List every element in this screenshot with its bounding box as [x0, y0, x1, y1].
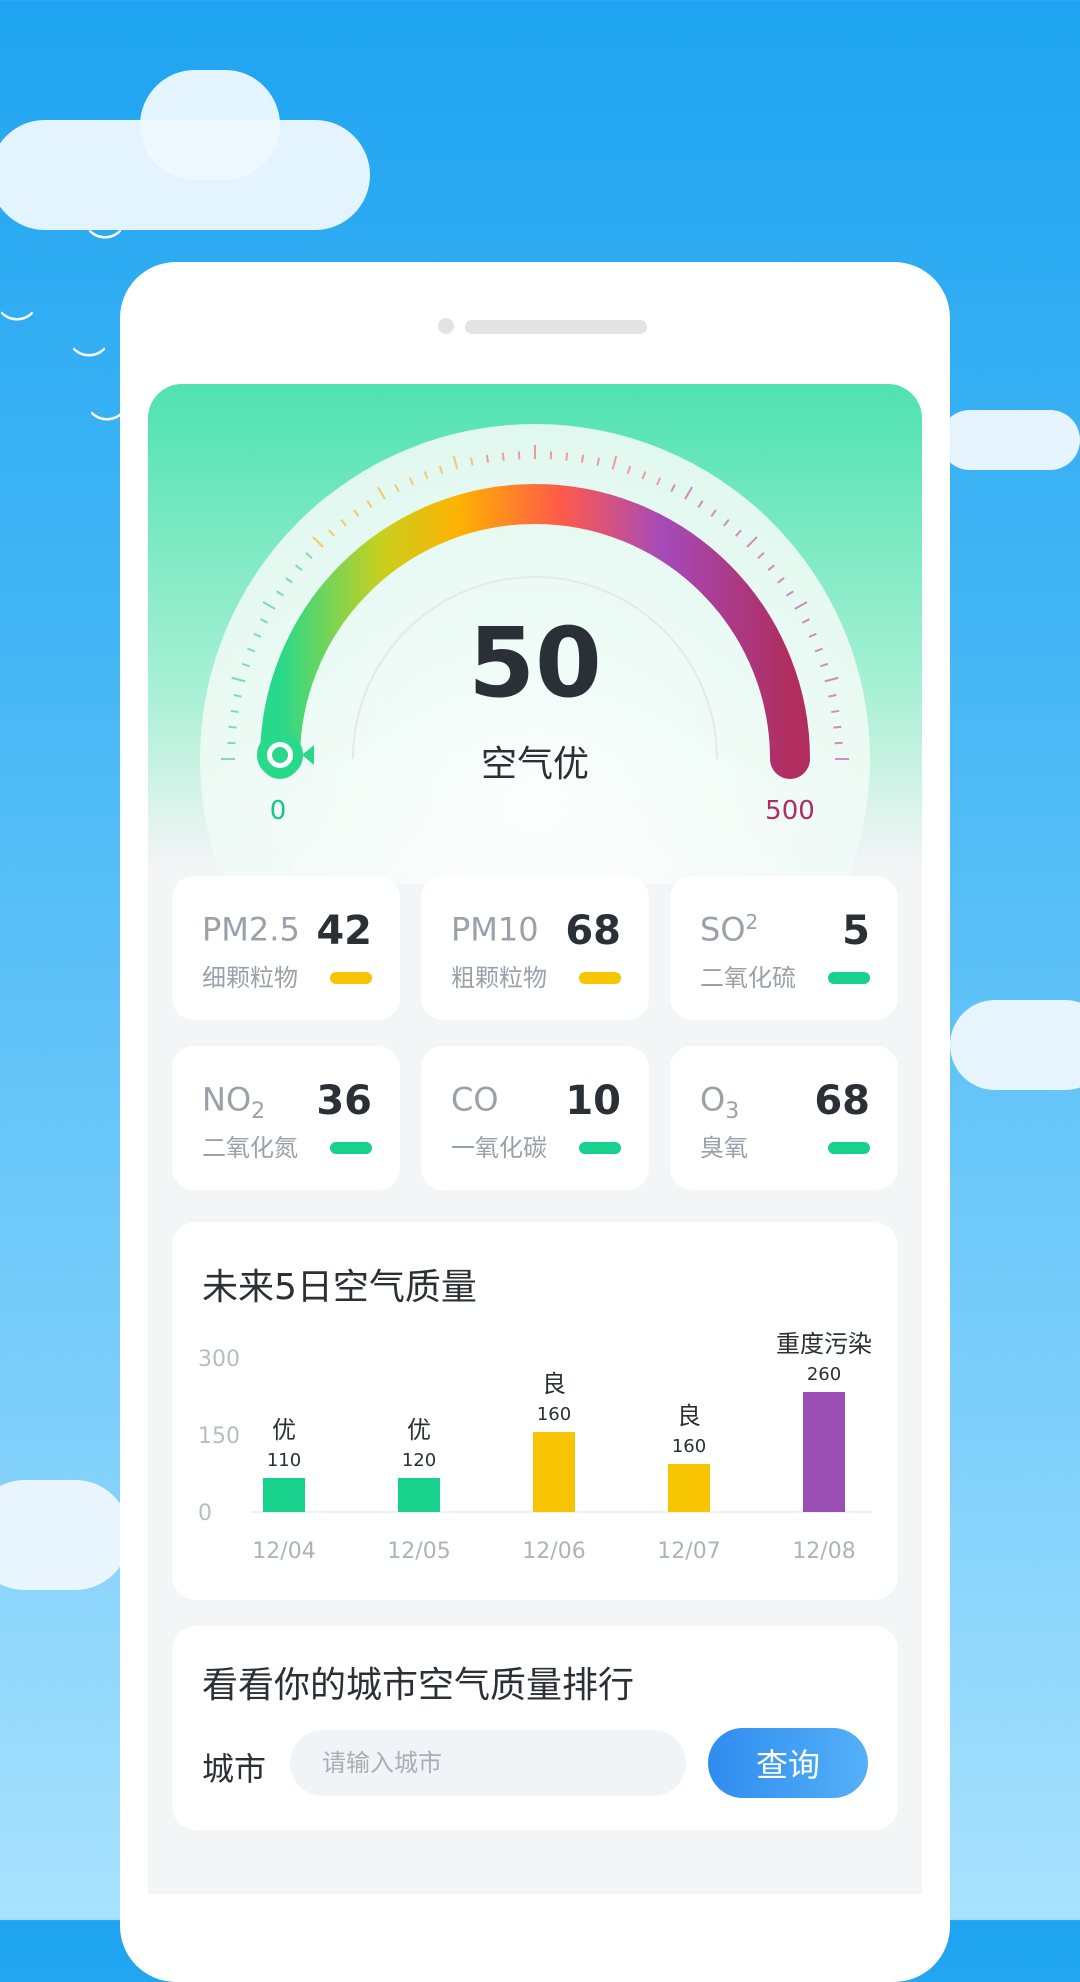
camera-dot	[438, 318, 454, 334]
bird-icon: ︶	[72, 348, 106, 382]
pollutant-cn-name: 细颗粒物	[202, 958, 298, 993]
level-indicator	[828, 972, 870, 984]
gauge-tick	[833, 727, 841, 728]
aqi-gauge: 50 空气优 0 500	[148, 384, 922, 884]
pollutant-cn-name: 臭氧	[700, 1128, 748, 1163]
pollutant-value: 5	[842, 908, 870, 954]
pollutant-name: SO2	[700, 910, 758, 954]
pollutant-value: 36	[316, 1078, 372, 1124]
bar-value-label: 120	[402, 1450, 436, 1471]
aqi-status: 空气优	[481, 744, 589, 785]
pollutant-value: 42	[316, 908, 372, 954]
pollutant-tile-pm25[interactable]: PM2.5 细颗粒物 42	[172, 876, 400, 1020]
pollutant-name: PM10	[451, 910, 539, 954]
bird-icon: ︶	[0, 312, 34, 346]
gauge-tick	[231, 711, 239, 712]
level-indicator	[579, 1142, 621, 1154]
pollutant-tile-pm10[interactable]: PM10 粗颗粒物 68	[421, 876, 649, 1020]
y-tick-label: 300	[198, 1347, 240, 1372]
x-tick-label: 12/08	[792, 1539, 855, 1564]
bar-quality-label: 重度污染	[776, 1330, 872, 1358]
pollutant-cn-name: 一氧化碳	[451, 1128, 547, 1163]
bar-quality-label: 优	[272, 1416, 296, 1444]
ranking-card: 看看你的城市空气质量排行 城市 查询	[172, 1626, 898, 1830]
level-indicator	[330, 1142, 372, 1154]
bird-icon: ︶	[90, 412, 124, 446]
bar-quality-label: 良	[542, 1370, 566, 1398]
speaker-bar	[465, 320, 647, 334]
forecast-bar	[803, 1392, 845, 1512]
ranking-title: 看看你的城市空气质量排行	[202, 1656, 634, 1708]
pollutant-name: O3	[700, 1080, 739, 1124]
city-search-input[interactable]	[290, 1730, 686, 1796]
app-screen: 50 空气优 0 500 PM2.5 细颗粒物 42 PM10 粗颗粒物 68 …	[148, 384, 922, 1894]
forecast-bar	[533, 1432, 575, 1512]
phone-frame: 50 空气优 0 500 PM2.5 细颗粒物 42 PM10 粗颗粒物 68 …	[120, 262, 950, 1982]
gauge-tick	[831, 711, 839, 712]
bar-value-label: 260	[807, 1364, 841, 1385]
gauge-min-label: 0	[270, 796, 287, 826]
x-tick-label: 12/06	[522, 1539, 585, 1564]
y-tick-label: 0	[198, 1501, 212, 1526]
pollutant-name: PM2.5	[202, 910, 300, 954]
cloud-decoration	[950, 1000, 1080, 1090]
gauge-tick	[503, 453, 504, 461]
bar-quality-label: 优	[407, 1416, 431, 1444]
query-button[interactable]: 查询	[708, 1728, 868, 1798]
x-tick-label: 12/05	[387, 1539, 450, 1564]
cloud-decoration	[140, 70, 280, 180]
gauge-tick	[566, 453, 567, 461]
bar-quality-label: 良	[677, 1402, 701, 1430]
forecast-bar-chart: 300 150 0 110 优 12/04 120 优 12/05 160 良 12/06 160 良 12…	[172, 1222, 898, 1600]
pollutant-cn-name: 粗颗粒物	[451, 958, 547, 993]
pollutant-cn-name: 二氧化氮	[202, 1128, 298, 1163]
forecast-bar	[398, 1478, 440, 1512]
cloud-decoration	[0, 1480, 130, 1590]
pollutant-name: CO	[451, 1080, 499, 1124]
bar-value-label: 160	[672, 1436, 706, 1457]
level-indicator	[579, 972, 621, 984]
bar-value-label: 110	[267, 1450, 301, 1471]
level-indicator	[330, 972, 372, 984]
gauge-tick	[582, 455, 583, 463]
gauge-tick	[229, 727, 237, 728]
bird-icon: ︶	[88, 230, 122, 264]
pollutant-tile-no2[interactable]: NO2 二氧化氮 36	[172, 1046, 400, 1190]
forecast-bar	[668, 1464, 710, 1512]
cloud-decoration	[940, 410, 1080, 470]
x-tick-label: 12/04	[252, 1539, 315, 1564]
pollutant-tile-o3[interactable]: O3 臭氧 68	[670, 1046, 898, 1190]
pollutant-value: 10	[565, 1078, 621, 1124]
gauge-max-label: 500	[765, 796, 815, 826]
pollutant-value: 68	[565, 908, 621, 954]
gauge-tick	[487, 455, 488, 463]
aqi-value: 50	[468, 607, 602, 719]
city-label: 城市	[202, 1744, 266, 1790]
pollutant-tile-so2[interactable]: SO2 二氧化硫 5	[670, 876, 898, 1020]
pollutant-tile-co[interactable]: CO 一氧化碳 10	[421, 1046, 649, 1190]
pollutant-cn-name: 二氧化硫	[700, 958, 796, 993]
bar-value-label: 160	[537, 1404, 571, 1425]
y-tick-label: 150	[198, 1424, 240, 1449]
pollutant-name: NO2	[202, 1080, 265, 1124]
forecast-bar	[263, 1478, 305, 1512]
pollutant-value: 68	[814, 1078, 870, 1124]
x-tick-label: 12/07	[657, 1539, 720, 1564]
aqi-gauge-graphic: 50 空气优 0 500	[148, 384, 922, 884]
level-indicator	[828, 1142, 870, 1154]
forecast-card: 未来5日空气质量 3001500110优12/04120优12/05160良12…	[172, 1222, 898, 1600]
